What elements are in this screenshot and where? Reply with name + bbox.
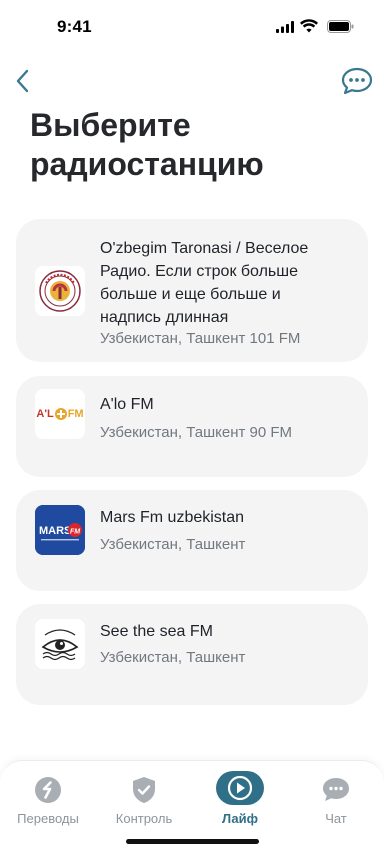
ozbegim-taronasi-logo	[39, 270, 81, 312]
tab-life[interactable]: Лайф	[192, 771, 288, 831]
station-card[interactable]: O'zbegim Taronasi / Веселое Радио. Если …	[16, 219, 368, 362]
station-card[interactable]: See the sea FM Узбекистан, Ташкент	[16, 604, 368, 705]
wifi-icon	[300, 19, 318, 33]
mars-fm-logo: MARS FM	[35, 505, 85, 555]
station-logo: MARS FM	[35, 505, 85, 555]
shield-icon	[133, 777, 155, 803]
station-name: O'zbegim Taronasi / Веселое Радио. Если …	[100, 240, 309, 326]
transfer-icon	[35, 777, 61, 803]
tab-label: Переводы	[17, 811, 79, 826]
alo-fm-logo: A'L FM	[36, 408, 84, 420]
back-button[interactable]	[10, 66, 38, 96]
station-card[interactable]: MARS FM Mars Fm uzbekistan Узбекистан, Т…	[16, 490, 368, 591]
tab-chat[interactable]: Чат	[288, 771, 384, 831]
status-bar: 9:41	[0, 0, 384, 50]
station-logo: A'L FM	[35, 389, 85, 439]
tab-control[interactable]: Контроль	[96, 771, 192, 831]
svg-text:FM: FM	[70, 529, 80, 536]
tab-transfers[interactable]: Переводы	[0, 771, 96, 831]
station-logo	[35, 266, 85, 316]
play-icon	[216, 771, 264, 805]
station-name: A'lo FM	[100, 396, 154, 413]
status-time: 9:41	[57, 17, 92, 36]
page-title: Выберите радиостанцию	[30, 107, 264, 182]
chat-bubble-icon	[341, 67, 373, 95]
station-location: Узбекистан, Ташкент 101 FM	[100, 330, 301, 347]
chat-button[interactable]	[340, 66, 374, 96]
station-name: See the sea FM	[100, 623, 213, 640]
battery-icon	[327, 20, 354, 33]
station-name: Mars Fm uzbekistan	[100, 509, 245, 526]
chat-bubble-icon	[323, 778, 349, 801]
station-location: Узбекистан, Ташкент	[100, 649, 246, 666]
tab-label: Контроль	[115, 811, 173, 826]
station-logo	[35, 619, 85, 669]
svg-text:MARS: MARS	[39, 525, 71, 537]
cellular-signal-icon	[276, 21, 294, 33]
station-card[interactable]: A'L FM A'lo FM Узбекистан, Ташкент 90 FM	[16, 376, 368, 477]
tab-label: Лайф	[221, 811, 259, 826]
chevron-left-icon	[16, 69, 29, 93]
station-location: Узбекистан, Ташкент 90 FM	[100, 424, 293, 441]
station-location: Узбекистан, Ташкент	[100, 536, 246, 553]
tab-label: Чат	[325, 811, 347, 826]
see-the-sea-logo	[41, 629, 79, 661]
home-indicator	[126, 839, 259, 844]
